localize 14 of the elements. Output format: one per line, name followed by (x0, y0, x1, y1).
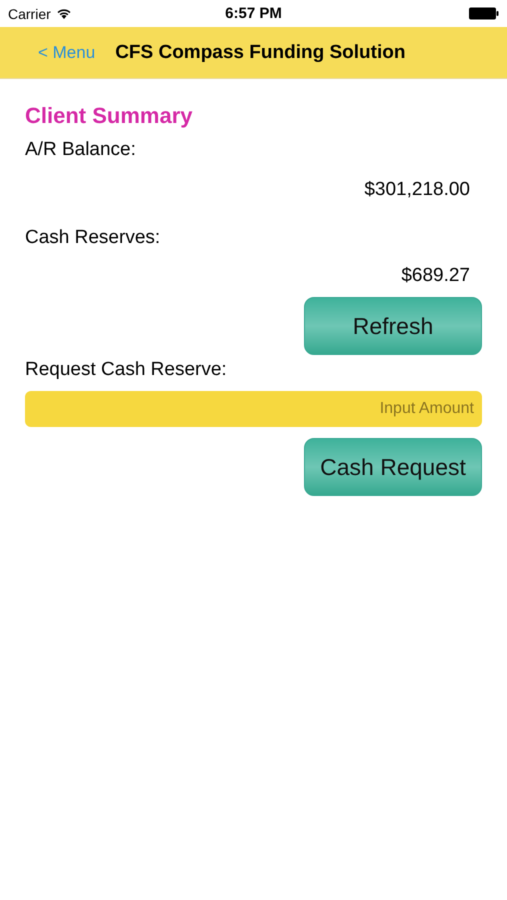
amount-value: $301,218.00 (364, 179, 470, 201)
field-label: Request Cash Reserve: (25, 359, 228, 381)
wifi-icon (56, 8, 72, 20)
field-label: A/R Balance: (25, 139, 137, 161)
refresh-button[interactable]: Refresh (304, 297, 482, 355)
section-title: Client Summary (25, 103, 194, 129)
nav-title: CFS Compass Funding Solution (115, 42, 406, 64)
amount-value: $689.27 (401, 265, 470, 287)
cash-request-button[interactable]: Cash Request (304, 438, 482, 496)
battery-icon (468, 7, 499, 20)
amount-input-field[interactable]: Input Amount (25, 391, 482, 427)
status-time: 6:57 PM (225, 5, 282, 22)
carrier-name: Carrier (8, 6, 51, 22)
field-label: Cash Reserves: (25, 227, 162, 249)
